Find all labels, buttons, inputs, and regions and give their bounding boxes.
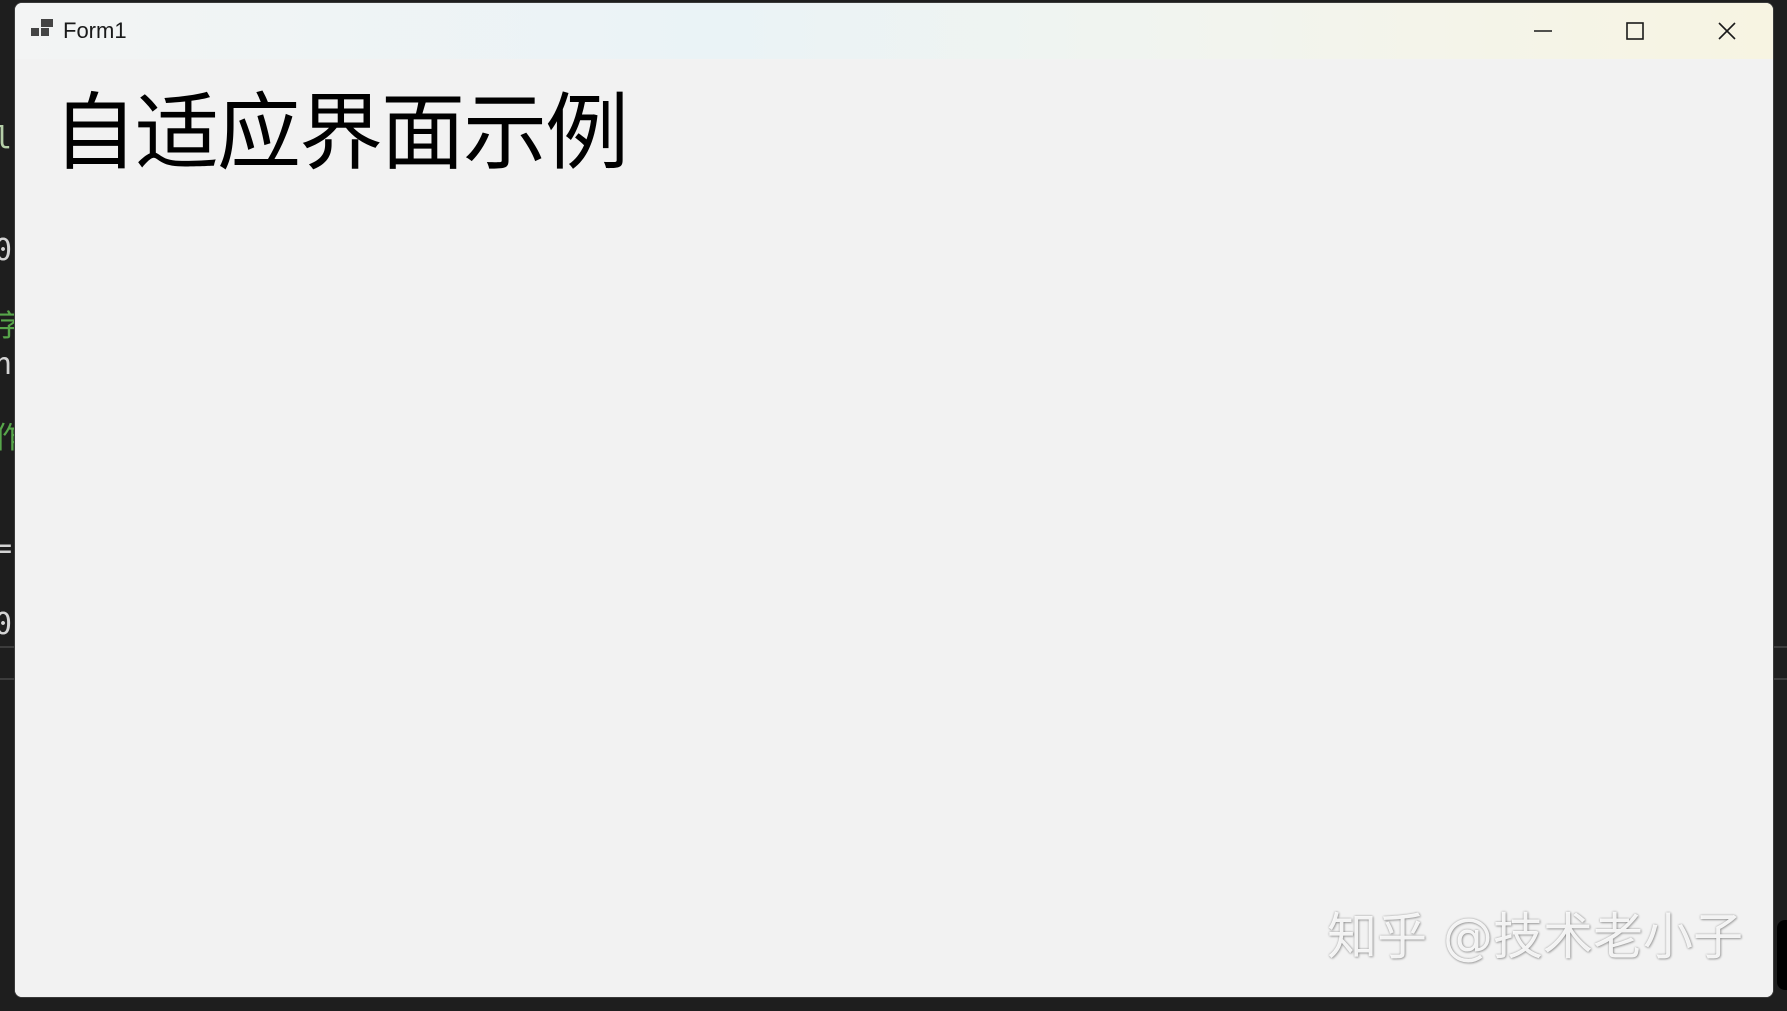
background-right-strip [1773,0,1787,1011]
close-button[interactable] [1681,3,1773,59]
editor-glyph: 0 [0,233,13,268]
editor-glyph: l [0,121,13,156]
windows-forms-icon[interactable] [31,19,57,41]
form-client-area: 自适应界面示例 知乎 @技术老小子 [15,59,1773,997]
editor-glyph: n [0,347,13,382]
close-icon [1718,22,1736,40]
minimize-icon [1534,30,1552,32]
editor-glyph: 0 [0,607,13,642]
editor-divider [1773,678,1787,680]
page-title: 自适应界面示例 [53,84,629,182]
background-scroll-handle [1777,920,1787,990]
title-bar[interactable]: Form1 [15,3,1773,59]
maximize-icon [1626,22,1644,40]
minimize-button[interactable] [1497,3,1589,59]
editor-glyph: = [0,531,13,566]
maximize-button[interactable] [1589,3,1681,59]
window-title: Form1 [63,18,127,43]
watermark: 知乎 @技术老小子 [1327,908,1743,966]
form-window: Form1 自适应界面示例 知乎 @技术老小子 [14,2,1774,998]
editor-divider [1773,646,1787,648]
